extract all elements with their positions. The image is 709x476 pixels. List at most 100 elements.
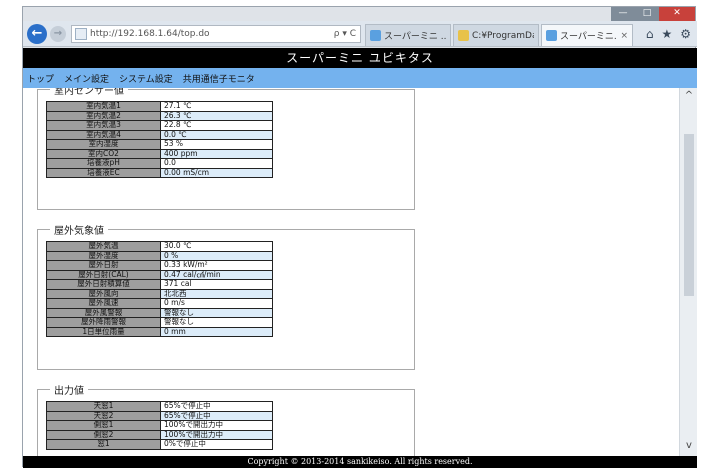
indoor-table: 室内気温1 27.1 ℃ 室内気温2 26.3 ℃ 室内気温3 22.8 ℃ 室内気温4 0.… xyxy=(46,101,273,178)
outdoor-table: 屋外気温 30.0 ℃ 屋外湿度 0 % 屋外日射 0.33 kW/m² 屋外日射(CAL)… xyxy=(46,241,273,337)
table-row: 室内気温2 26.3 ℃ xyxy=(46,110,273,121)
table-row: 室内気温1 27.1 ℃ xyxy=(46,101,273,112)
tab-label: スーパーミニ ... xyxy=(384,32,446,42)
row-value: 400 ppm xyxy=(160,148,273,159)
vertical-scrollbar[interactable]: ^ v xyxy=(679,88,697,456)
table-row: 窓1 0%で停止中 xyxy=(46,439,273,450)
table-row: 1日単位雨量 0 mm xyxy=(46,326,273,337)
browser-toolbar: ← → http://192.168.1.64/top.do ρ ▾ C スーパ… xyxy=(23,21,697,47)
table-row: 培養液EC 0.00 mS/cm xyxy=(46,167,273,178)
home-icon[interactable]: ⌂ xyxy=(646,27,654,41)
page-content: 室内センサー値 室内気温1 27.1 ℃ 室内気温2 26.3 ℃ 室内気温3 22.8 … xyxy=(23,88,679,456)
row-value: 30.0 ℃ xyxy=(160,241,273,252)
tab-close-icon[interactable]: × xyxy=(616,31,628,41)
favorites-icon[interactable]: ★ xyxy=(661,27,672,41)
screen: — □ ✕ ← → http://192.168.1.64/top.do ρ ▾… xyxy=(0,0,709,476)
scroll-thumb[interactable] xyxy=(684,134,694,296)
table-row: 室内湿度 53 % xyxy=(46,139,273,150)
tab-3-active[interactable]: スーパーミニ... × xyxy=(541,24,633,46)
scroll-down-icon[interactable]: v xyxy=(680,440,698,454)
minimize-button[interactable]: — xyxy=(611,7,635,21)
footer-copyright: Copyright © 2013-2014 sankikeiso. All ri… xyxy=(23,456,697,468)
main-menu: トップ メイン設定 システム設定 共用通信子モニタ xyxy=(23,68,697,88)
indoor-legend: 室内センサー値 xyxy=(54,88,124,97)
row-value: 0 m/s xyxy=(160,298,273,309)
row-value: 北北西 xyxy=(160,288,273,299)
address-bar[interactable]: http://192.168.1.64/top.do ρ ▾ C xyxy=(71,25,361,43)
table-row: 屋外風速 0 m/s xyxy=(46,298,273,309)
row-value: 0 mm xyxy=(160,326,273,337)
row-label: 1日単位雨量 xyxy=(46,326,161,337)
row-value: 警報なし xyxy=(160,317,273,328)
row-value: 0%で停止中 xyxy=(160,439,273,450)
table-row: 屋外日射 0.33 kW/m² xyxy=(46,260,273,271)
row-value: 26.3 ℃ xyxy=(160,110,273,121)
table-row: 天窓1 65%で停止中 xyxy=(46,401,273,412)
tab-favicon-icon xyxy=(370,30,381,41)
toolbar-icons: ⌂ ★ ⚙ xyxy=(646,27,691,41)
tab-favicon-icon xyxy=(458,30,469,41)
row-label: 室内気温3 xyxy=(46,120,161,131)
row-value: 0 % xyxy=(160,250,273,261)
table-row: 屋外気温 30.0 ℃ xyxy=(46,241,273,252)
table-row: 培養液pH 0.0 xyxy=(46,158,273,169)
table-row: 室内気温3 22.8 ℃ xyxy=(46,120,273,131)
maximize-button[interactable]: □ xyxy=(635,7,659,21)
table-row: 屋外湿度 0 % xyxy=(46,250,273,261)
row-value: 27.1 ℃ xyxy=(160,101,273,112)
row-value: 22.8 ℃ xyxy=(160,120,273,131)
menu-item-main-settings[interactable]: メイン設定 xyxy=(64,72,109,85)
row-label: 窓1 xyxy=(46,439,161,450)
row-label: 屋外気温 xyxy=(46,241,161,252)
row-value: 53 % xyxy=(160,139,273,150)
row-label: 室内気温1 xyxy=(46,101,161,112)
row-value: 0.33 kW/m² xyxy=(160,260,273,271)
table-row: 室内CO2 400 ppm xyxy=(46,148,273,159)
row-label: 培養液EC xyxy=(46,167,161,178)
browser-window: — □ ✕ ← → http://192.168.1.64/top.do ρ ▾… xyxy=(22,6,697,468)
tab-2[interactable]: C:¥ProgramDat... xyxy=(453,24,539,46)
outdoor-legend: 屋外気象値 xyxy=(54,226,104,237)
tab-1[interactable]: スーパーミニ ... xyxy=(365,24,451,46)
menu-item-monitor[interactable]: 共用通信子モニタ xyxy=(183,72,255,85)
row-label: 屋外降雨警報 xyxy=(46,317,161,328)
row-label: 屋外風速 xyxy=(46,298,161,309)
row-value: 371 cal xyxy=(160,279,273,290)
table-row: 屋外日射積算値 371 cal xyxy=(46,279,273,290)
row-value: 0.0 ℃ xyxy=(160,129,273,140)
page-icon xyxy=(75,28,87,40)
url-text[interactable]: http://192.168.1.64/top.do xyxy=(90,29,334,39)
address-controls[interactable]: ρ ▾ C xyxy=(334,29,360,39)
row-label: 天窓1 xyxy=(46,401,161,412)
tab-label: スーパーミニ... xyxy=(560,32,617,42)
table-row: 側窓2 100%で開出力中 xyxy=(46,429,273,440)
table-row: 室内気温4 0.0 ℃ xyxy=(46,129,273,140)
row-value: 65%で停止中 xyxy=(160,401,273,412)
table-row: 天窓2 65%で停止中 xyxy=(46,410,273,421)
row-value: 100%で開出力中 xyxy=(160,420,273,431)
settings-icon[interactable]: ⚙ xyxy=(680,27,691,41)
row-label: 屋外日射 xyxy=(46,260,161,271)
output-group: 出力値 天窓1 65%で停止中 天窓2 65%で停止中 側窓1 100%で開出力中 側窓2 1… xyxy=(37,382,415,456)
menu-item-system-settings[interactable]: システム設定 xyxy=(119,72,173,85)
tab-label: C:¥ProgramDat... xyxy=(472,30,534,41)
table-row: 側窓1 100%で開出力中 xyxy=(46,420,273,431)
forward-button[interactable]: → xyxy=(50,26,66,42)
menu-item-top[interactable]: トップ xyxy=(27,72,54,85)
close-window-button[interactable]: ✕ xyxy=(659,7,695,21)
table-row: 屋外降雨警報 警報なし xyxy=(46,317,273,328)
output-legend: 出力値 xyxy=(54,386,84,397)
row-label: 屋外日射積算値 xyxy=(46,279,161,290)
row-value: 0.0 xyxy=(160,158,273,169)
tab-favicon-icon xyxy=(546,30,557,41)
back-button[interactable]: ← xyxy=(27,24,47,44)
row-label: 側窓1 xyxy=(46,420,161,431)
row-label: 培養液pH xyxy=(46,158,161,169)
row-value: 0.00 mS/cm xyxy=(160,167,273,178)
row-label: 室内湿度 xyxy=(46,139,161,150)
row-value: 0.47 cal/㎠/min xyxy=(160,269,273,280)
outdoor-weather-group: 屋外気象値 屋外気温 30.0 ℃ 屋外湿度 0 % 屋外日射 0.33 kW/m² 屋外日… xyxy=(37,222,415,370)
page-title: スーパーミニ ユビキタス xyxy=(23,48,697,68)
window-controls: — □ ✕ xyxy=(611,7,695,21)
scroll-up-icon[interactable]: ^ xyxy=(680,90,698,104)
